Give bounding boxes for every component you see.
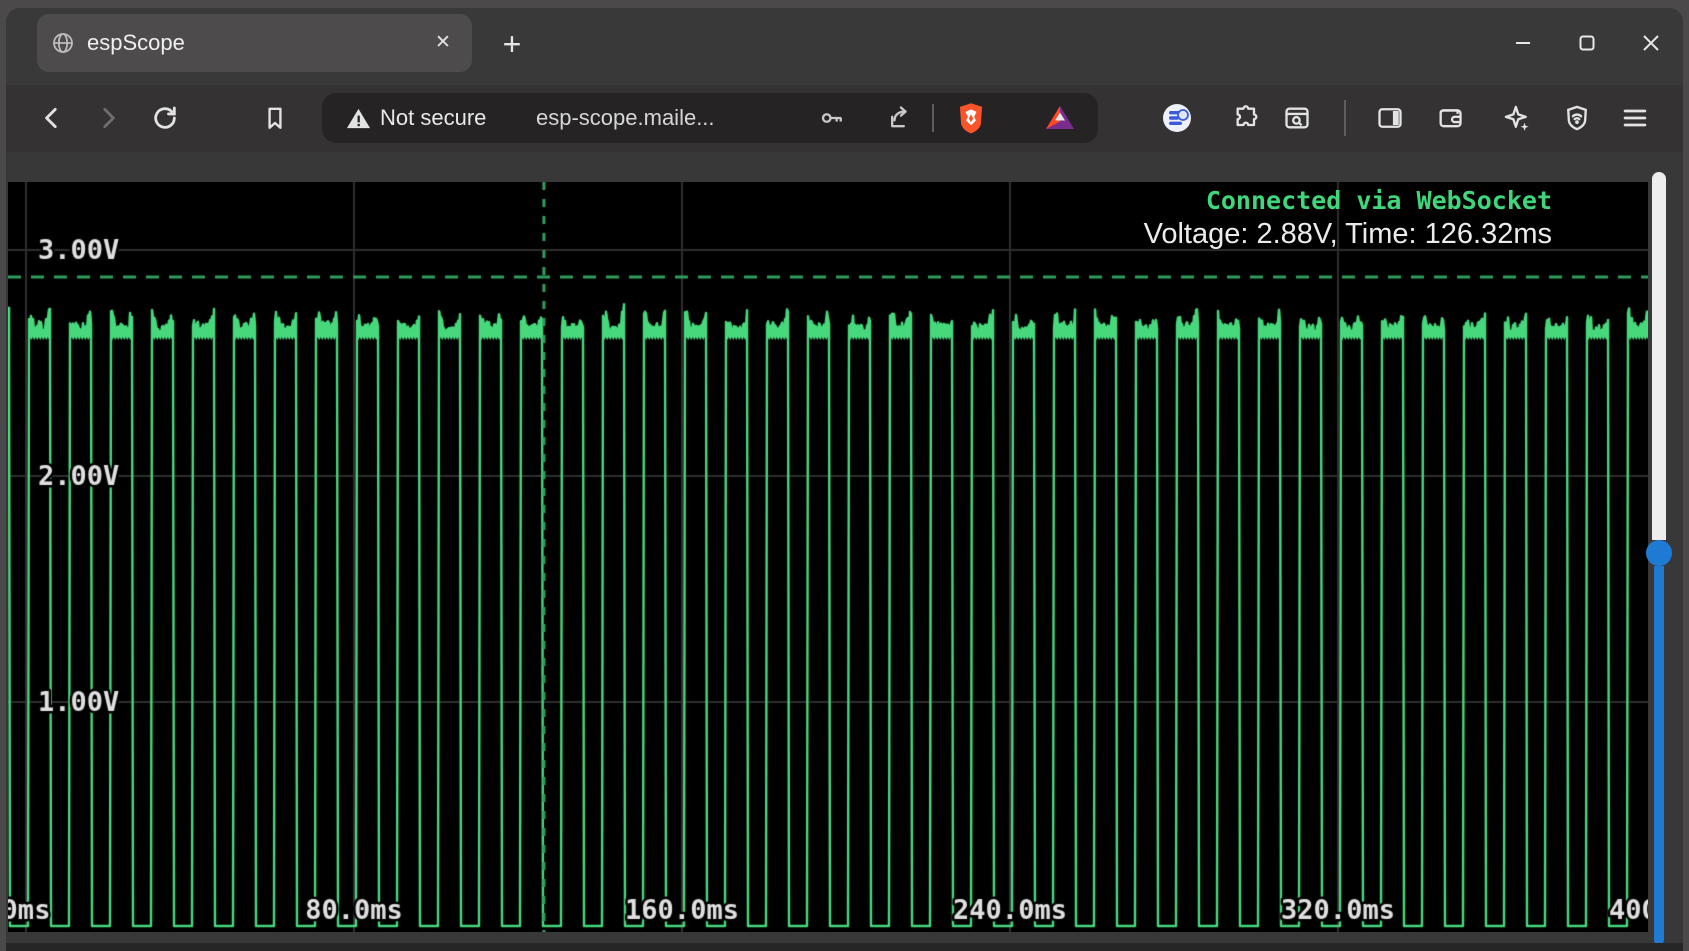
vertical-slider-thumb[interactable] bbox=[1646, 540, 1672, 566]
tab-title: espScope bbox=[87, 30, 428, 56]
window-controls bbox=[1491, 18, 1683, 68]
url-text[interactable]: esp-scope.maile... bbox=[536, 93, 715, 143]
share-icon[interactable] bbox=[884, 93, 912, 143]
not-secure-warning-icon bbox=[346, 93, 371, 143]
forward-icon bbox=[95, 105, 121, 131]
reload-button[interactable] bbox=[147, 100, 183, 136]
extensions-puzzle-icon[interactable] bbox=[1229, 100, 1265, 136]
new-tab-button[interactable]: + bbox=[492, 24, 532, 64]
bat-rewards-icon[interactable] bbox=[1044, 93, 1076, 143]
maximize-icon bbox=[1576, 32, 1598, 54]
tab-close-icon[interactable]: ✕ bbox=[428, 28, 458, 58]
maximize-button[interactable] bbox=[1555, 18, 1619, 68]
wallet-icon[interactable] bbox=[1432, 100, 1468, 136]
search-window-icon[interactable] bbox=[1279, 100, 1315, 136]
vertical-slider-track-upper[interactable] bbox=[1652, 172, 1666, 540]
toolbar-separator bbox=[1344, 100, 1346, 136]
leo-sparkle-icon[interactable] bbox=[1499, 100, 1535, 136]
brave-shield-icon[interactable] bbox=[956, 93, 986, 143]
back-button[interactable] bbox=[34, 100, 70, 136]
back-icon bbox=[39, 105, 65, 131]
vpn-shield-icon[interactable] bbox=[1559, 100, 1595, 136]
address-bar[interactable]: Not secure esp-scope.maile... bbox=[322, 93, 1098, 143]
tab-espscope[interactable]: espScope ✕ bbox=[37, 14, 472, 72]
security-label: Not secure bbox=[380, 93, 486, 143]
oscilloscope-canvas[interactable] bbox=[8, 182, 1648, 932]
tab-bar: espScope ✕ + bbox=[6, 8, 1683, 85]
reload-icon bbox=[151, 104, 179, 132]
bookmark-button[interactable] bbox=[257, 100, 293, 136]
window-bottom-edge bbox=[6, 943, 1683, 951]
browser-window: espScope ✕ + bbox=[6, 8, 1683, 951]
menu-icon[interactable] bbox=[1617, 100, 1653, 136]
page-content: Connected via WebSocket Voltage: 2.88V, … bbox=[6, 152, 1683, 951]
key-icon[interactable] bbox=[818, 93, 846, 143]
extension-badge-icon[interactable] bbox=[1159, 100, 1195, 136]
vertical-slider-track-lower[interactable] bbox=[1654, 566, 1664, 945]
address-bar-separator bbox=[932, 104, 934, 132]
bookmark-icon bbox=[262, 105, 288, 131]
browser-toolbar: Not secure esp-scope.maile... bbox=[6, 85, 1683, 152]
globe-icon bbox=[51, 31, 75, 55]
sidebar-toggle-icon[interactable] bbox=[1372, 100, 1408, 136]
minimize-button[interactable] bbox=[1491, 18, 1555, 68]
minimize-icon bbox=[1512, 32, 1534, 54]
forward-button[interactable] bbox=[90, 100, 126, 136]
close-window-button[interactable] bbox=[1619, 18, 1683, 68]
close-icon bbox=[1640, 32, 1662, 54]
